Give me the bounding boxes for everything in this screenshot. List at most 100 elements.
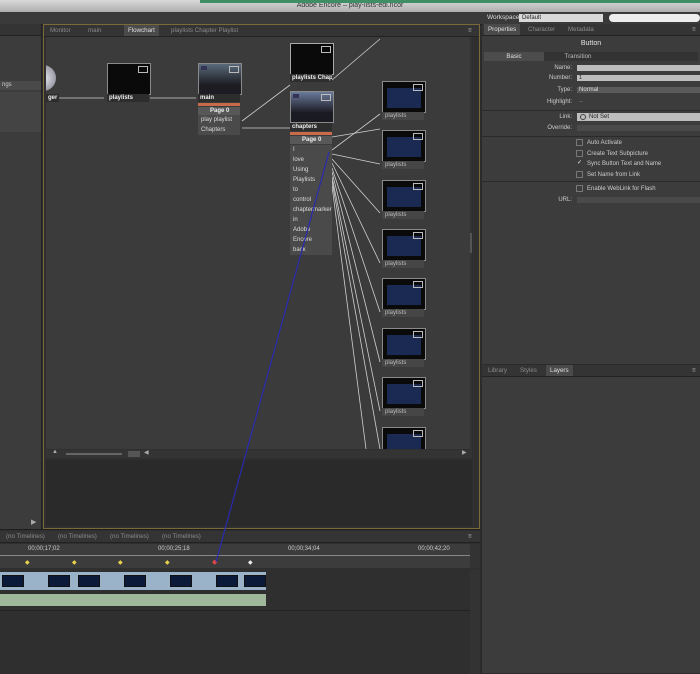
chapters-page-row[interactable]: Page 0 (290, 136, 332, 144)
check-auto-activate[interactable]: Auto Activate (576, 139, 622, 146)
chapters-button-row[interactable]: control (290, 195, 332, 205)
tab-metadata[interactable]: Metadata (564, 24, 598, 35)
number-field[interactable]: 1 (577, 75, 700, 81)
tab-timeline[interactable]: (no Timelines) (106, 531, 153, 542)
url-field[interactable] (577, 197, 700, 203)
main-buttons-list: play playlist Chapters (198, 115, 240, 135)
playlist-node-thumbnail[interactable] (382, 278, 426, 310)
tab-playlists-chapter-playlist[interactable]: playlists Chapter Playlist (167, 25, 242, 36)
tab-properties[interactable]: Properties (484, 24, 521, 35)
chapters-button-row[interactable]: Adobe (290, 225, 332, 235)
main-page-row[interactable]: Page 0 (198, 107, 240, 115)
main-button-play-playlist[interactable]: play playlist (198, 115, 240, 125)
link-field[interactable]: Not Set (577, 113, 700, 121)
url-label: URL: (558, 197, 572, 203)
chapters-button-row[interactable]: in (290, 215, 332, 225)
chapters-button-row[interactable]: I (290, 145, 332, 155)
checkbox-icon[interactable] (576, 150, 583, 157)
override-field[interactable] (577, 125, 700, 131)
chapters-button-row[interactable]: Encore (290, 235, 332, 245)
check-create-text-subpicture[interactable]: Create Text Subpicture (576, 150, 648, 157)
chapters-node-thumbnail[interactable] (290, 91, 334, 123)
check-enable-weblink[interactable]: Enable WebLink for Flash (576, 185, 656, 192)
current-chapter-marker-icon[interactable]: ◆ (212, 558, 217, 566)
vertical-scroll-thumb[interactable] (470, 233, 472, 253)
checkmark-icon[interactable]: ✓ (576, 160, 583, 167)
flowchart-vertical-scrollbar[interactable] (470, 37, 472, 449)
divider (482, 110, 700, 111)
playlist-node-thumbnail[interactable] (382, 180, 426, 212)
left-panel-row[interactable]: ngs (0, 81, 41, 90)
playlist-node-thumbnail[interactable] (382, 328, 426, 360)
chapter-marker-icon[interactable]: ◆ (118, 559, 123, 566)
panel-menu-icon[interactable]: ≡ (688, 365, 700, 376)
tab-library[interactable]: Library (484, 365, 511, 376)
playlist-node-thumbnail[interactable] (382, 130, 426, 162)
checkbox-icon[interactable] (576, 185, 583, 192)
chapters-node-label: chapters (290, 123, 332, 131)
zoom-slider[interactable] (66, 453, 122, 455)
link-pickwhip-icon[interactable] (580, 114, 586, 120)
scroll-right-icon[interactable]: ▶ (462, 449, 467, 456)
search-field[interactable] (609, 14, 700, 22)
playlist-node-thumbnail[interactable] (382, 427, 426, 449)
checkbox-icon[interactable] (576, 171, 583, 178)
flowchart-horizontal-scrollbar[interactable]: ▲ ◀ ▶ (46, 449, 472, 458)
chapters-button-row[interactable]: back (290, 245, 332, 255)
audio-track[interactable] (0, 594, 266, 606)
playlist-node-thumbnail[interactable] (382, 229, 426, 261)
name-field[interactable] (577, 65, 700, 71)
playlists-node-thumbnail[interactable] (107, 63, 151, 95)
tab-timeline[interactable]: (no Timelines) (158, 531, 205, 542)
check-set-name-from-link[interactable]: Set Name from Link (576, 171, 640, 178)
chapters-button-row[interactable]: Using (290, 165, 332, 175)
check-sync-button-text[interactable]: ✓ Sync Button Text and Name (576, 160, 661, 167)
tab-main[interactable]: main (84, 25, 105, 36)
type-select[interactable]: Normal (577, 87, 700, 93)
flowchart-canvas[interactable]: ger playlists main Page 0 play playlist … (46, 37, 472, 449)
panel-menu-icon[interactable]: ≡ (464, 25, 476, 36)
playlist-node-thumbnail[interactable] (382, 81, 426, 113)
zoom-fit-button[interactable] (128, 451, 140, 457)
timeline-vertical-scrollbar[interactable] (470, 544, 480, 568)
subtab-basic[interactable]: Basic (484, 52, 544, 61)
scroll-left-icon[interactable]: ◀ (144, 449, 149, 456)
highlight-value[interactable]: -- (579, 99, 583, 105)
workspace-label: Workspace: (487, 14, 522, 21)
panel-menu-icon[interactable]: ≡ (464, 531, 476, 542)
chapter-marker-icon[interactable]: ◆ (165, 559, 170, 566)
subtab-transition[interactable]: Transition (548, 52, 608, 61)
playlist-node-thumbnail[interactable] (382, 377, 426, 409)
video-track[interactable] (0, 572, 266, 590)
scroll-right-icon[interactable]: ▶ (31, 518, 36, 526)
chapter-marker-icon[interactable]: ◆ (248, 559, 253, 566)
timeline-ruler[interactable]: 00;00;17;02 00;00;25;18 00;00;34;04 00;0… (0, 544, 470, 568)
tab-monitor[interactable]: Monitor (46, 25, 75, 36)
chapter-marker-icon[interactable]: ◆ (25, 559, 30, 566)
checkbox-icon[interactable] (576, 139, 583, 146)
properties-subtabs: Basic Transition (484, 52, 698, 61)
panel-menu-icon[interactable]: ≡ (688, 24, 700, 35)
tab-timeline[interactable]: (no Timelines) (54, 531, 101, 542)
tab-character[interactable]: Character (524, 24, 559, 35)
workspace-select[interactable]: Default (519, 14, 603, 22)
tab-timeline[interactable]: (no Timelines) (2, 531, 49, 542)
timeline-vertical-scrollbar[interactable] (470, 570, 480, 674)
chapters-button-row[interactable]: Playlists (290, 175, 332, 185)
main-node-thumbnail[interactable] (198, 63, 242, 95)
video-thumbnail (78, 575, 100, 587)
playlists-chap-node-thumbnail[interactable] (290, 43, 334, 75)
tab-flowchart[interactable]: Flowchart (124, 25, 159, 36)
chapter-marker-icon[interactable]: ◆ (72, 559, 77, 566)
chapters-button-row[interactable]: to (290, 185, 332, 195)
tab-styles[interactable]: Styles (516, 365, 541, 376)
playlist-preview (387, 285, 421, 305)
node-badge-icon (413, 232, 423, 239)
menu-icon (201, 66, 207, 70)
type-label: Type: (557, 87, 572, 93)
main-button-chapters[interactable]: Chapters (198, 125, 240, 135)
chapters-button-row[interactable]: love (290, 155, 332, 165)
chapters-button-row[interactable]: chaptermarker (290, 205, 332, 215)
tab-layers[interactable]: Layers (546, 365, 573, 376)
zoom-out-icon[interactable]: ▲ (52, 449, 58, 455)
